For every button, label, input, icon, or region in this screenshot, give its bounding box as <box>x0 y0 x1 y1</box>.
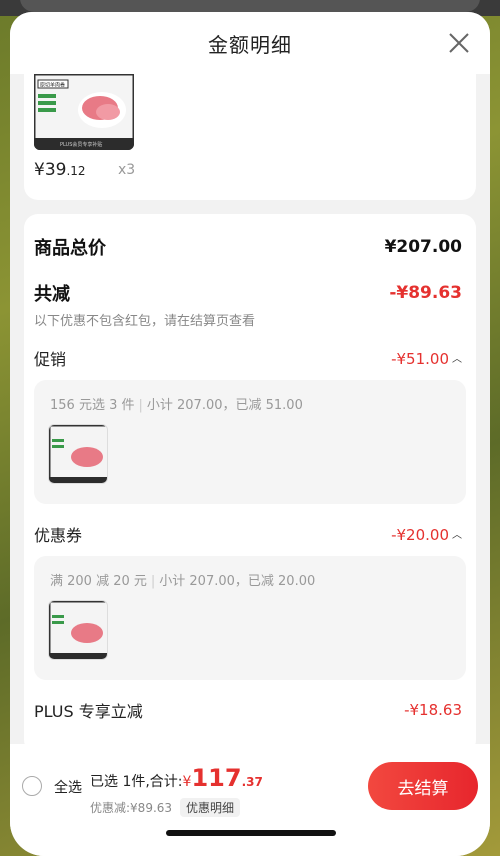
promo-row[interactable]: 促销 -¥51.00 ︿ <box>34 346 462 370</box>
checkout-button[interactable]: 去结算 <box>368 762 478 810</box>
home-indicator[interactable] <box>166 830 336 836</box>
discount-row: 共减 -¥89.63 <box>34 280 462 306</box>
promo-label: 促销 <box>34 350 67 369</box>
product-quantity: x3 <box>118 162 136 178</box>
selected-total: 已选 1件,合计:¥117.37 <box>90 764 263 792</box>
coupon-product-thumbnail[interactable] <box>48 600 108 660</box>
product-price: ¥39.12 <box>34 160 86 180</box>
promo-value: -¥51.00 <box>391 349 449 368</box>
coupon-detail-text: 满 200 减 20 元 | 小计 207.00，已减 20.00 <box>50 574 316 589</box>
checkout-bar: 全选 已选 1件,合计:¥117.37 优惠减:¥89.63 优惠明细 去结算 <box>10 744 490 856</box>
sheet-title: 金额明细 <box>208 32 292 57</box>
chevron-up-icon[interactable]: ︿ <box>452 526 462 541</box>
promo-detail-box: 156 元选 3 件 | 小计 207.00，已减 51.00 <box>34 380 466 504</box>
total-value: ¥207.00 <box>384 237 462 257</box>
close-icon[interactable] <box>448 32 470 54</box>
coupon-value: -¥20.00 <box>391 525 449 544</box>
plus-label: PLUS 专享立减 <box>34 702 143 721</box>
plus-value: -¥18.63 <box>404 701 462 719</box>
chevron-up-icon[interactable]: ︿ <box>452 350 462 365</box>
total-label: 商品总价 <box>34 238 106 259</box>
product-thumb-title: 原切羊肉卷 <box>40 82 65 89</box>
coupon-detail-box: 满 200 减 20 元 | 小计 207.00，已减 20.00 <box>34 556 466 680</box>
product-thumbnail[interactable]: 原切羊肉卷 PLUS会员专享补贴 <box>34 74 134 150</box>
price-breakdown-card: 商品总价 ¥207.00 共减 -¥89.63 以下优惠不包含红包，请在结算页查… <box>24 214 476 754</box>
select-all-label[interactable]: 全选 <box>54 777 82 797</box>
coupon-label: 优惠券 <box>34 526 83 545</box>
select-all-checkbox[interactable] <box>22 776 42 796</box>
promo-detail-text: 156 元选 3 件 | 小计 207.00，已减 51.00 <box>50 398 303 413</box>
discount-value: -¥89.63 <box>389 283 462 303</box>
coupon-row[interactable]: 优惠券 -¥20.00 ︿ <box>34 522 462 546</box>
plus-discount-row: PLUS 专享立减 -¥18.63 <box>34 698 462 722</box>
product-thumb-footer: PLUS会员专享补贴 <box>60 141 102 148</box>
discount-label: 共减 <box>34 284 70 305</box>
discount-summary: 优惠减:¥89.63 优惠明细 <box>90 798 241 817</box>
product-card: 原切羊肉卷 PLUS会员专享补贴 ¥39.12 x3 <box>24 74 476 200</box>
amount-detail-sheet: 金额明细 原切羊肉卷 PLUS会员专享补贴 ¥39.12 x3 商品总价 ¥20… <box>10 12 490 856</box>
discount-detail-chip[interactable]: 优惠明细 <box>180 798 241 817</box>
total-row: 商品总价 ¥207.00 <box>34 234 462 260</box>
sheet-header: 金额明细 <box>10 12 490 74</box>
promo-product-thumbnail[interactable] <box>48 424 108 484</box>
discount-note: 以下优惠不包含红包，请在结算页查看 <box>34 314 256 329</box>
